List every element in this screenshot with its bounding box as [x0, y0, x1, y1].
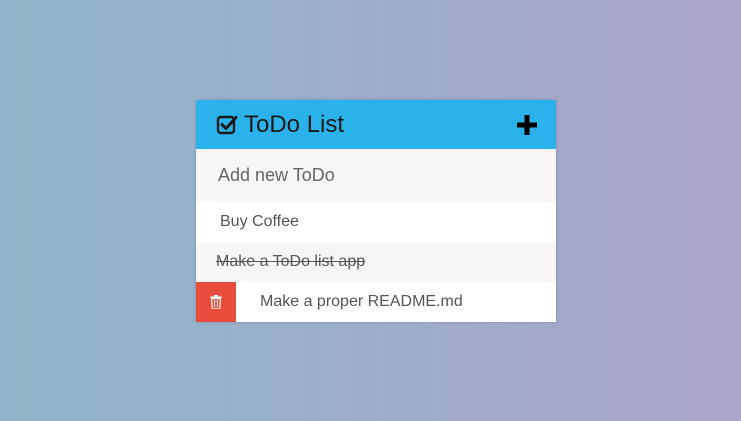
plus-icon[interactable] [516, 114, 538, 136]
todo-text: Buy Coffee [220, 213, 299, 230]
title-wrap: ToDo List [216, 110, 516, 139]
todo-app: ToDo List Buy Coffee Make a ToDo list ap… [196, 100, 556, 322]
delete-button[interactable] [196, 282, 236, 322]
todo-text: Make a ToDo list app [216, 253, 366, 270]
page-title: ToDo List [244, 111, 345, 138]
check-square-icon [216, 115, 238, 134]
trash-icon [210, 295, 222, 309]
app-header: ToDo List [196, 100, 556, 149]
todo-item[interactable]: Buy Coffee [196, 202, 556, 242]
todo-item-completed[interactable]: Make a ToDo list app [196, 242, 556, 282]
todo-text: Make a proper README.md [260, 293, 463, 310]
todo-item[interactable]: Make a proper README.md [196, 282, 556, 322]
todo-list: Buy Coffee Make a ToDo list app Make a p… [196, 202, 556, 322]
new-todo-row [196, 149, 556, 202]
new-todo-input[interactable] [196, 149, 556, 202]
